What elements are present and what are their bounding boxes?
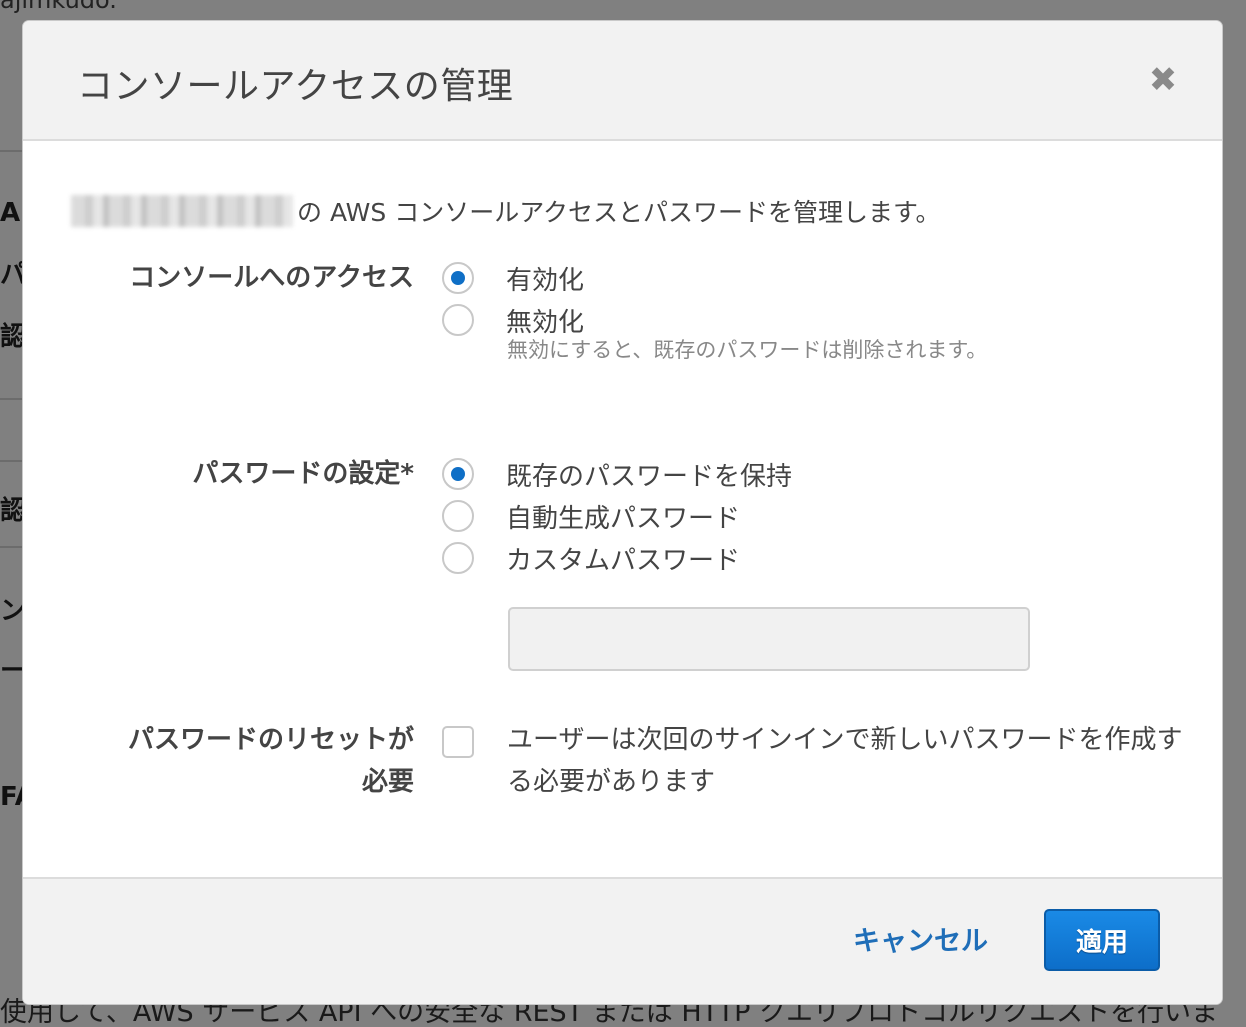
disable-radio[interactable]	[442, 304, 474, 336]
dialog-body: の AWS コンソールアクセスとパスワードを管理します。 コンソールへのアクセス…	[23, 141, 1222, 877]
intro-text: の AWS コンソールアクセスとパスワードを管理します。	[71, 193, 940, 229]
apply-button[interactable]: 適用	[1044, 909, 1160, 971]
console-access-enable-option[interactable]: 有効化	[442, 257, 584, 299]
dialog-header: コンソールアクセスの管理 ✖	[23, 21, 1222, 141]
custom-password-input[interactable]	[508, 607, 1030, 671]
intro-description: の AWS コンソールアクセスとパスワードを管理します。	[297, 198, 941, 227]
console-access-label: コンソールへのアクセス	[129, 263, 414, 293]
dialog-title: コンソールアクセスの管理	[77, 66, 514, 107]
custom-radio[interactable]	[442, 542, 474, 574]
custom-label: カスタムパスワード	[506, 545, 741, 576]
reset-required-description: ユーザーは次回のサインインで新しいパスワードを作成する必要があります	[507, 725, 1183, 797]
autogenerate-radio[interactable]	[442, 500, 474, 532]
background-username-fragment: ajimkudo.	[0, 0, 117, 14]
keep-existing-radio[interactable]	[442, 458, 474, 490]
enable-radio[interactable]	[442, 262, 474, 294]
enable-label: 有効化	[506, 265, 585, 296]
background-text-fragment: A	[0, 198, 21, 228]
reset-required-checkbox[interactable]	[442, 726, 474, 758]
manage-console-access-dialog: コンソールアクセスの管理 ✖ の AWS コンソールアクセスとパスワードを管理し…	[23, 21, 1222, 1004]
keep-existing-password-option[interactable]: 既存のパスワードを保持	[442, 453, 792, 495]
close-icon[interactable]: ✖	[1146, 63, 1180, 97]
disable-label: 無効化	[506, 307, 585, 338]
cancel-button[interactable]: キャンセル	[853, 919, 988, 958]
password-setting-label: パスワードの設定*	[192, 459, 414, 489]
reset-required-label: パスワードのリセットが 必要	[128, 719, 414, 803]
keep-existing-label: 既存のパスワードを保持	[506, 461, 793, 492]
dialog-footer: キャンセル 適用	[23, 877, 1222, 1004]
autogenerate-password-option[interactable]: 自動生成パスワード	[442, 495, 740, 537]
disable-hint: 無効にすると、既存のパスワードは削除されます。	[507, 338, 988, 362]
reset-required-label-line2: 必要	[361, 767, 414, 797]
autogenerate-label: 自動生成パスワード	[506, 503, 741, 534]
custom-password-option[interactable]: カスタムパスワード	[442, 537, 740, 579]
reset-required-label-line1: パスワードのリセットが	[127, 725, 414, 755]
redacted-username	[71, 195, 293, 227]
